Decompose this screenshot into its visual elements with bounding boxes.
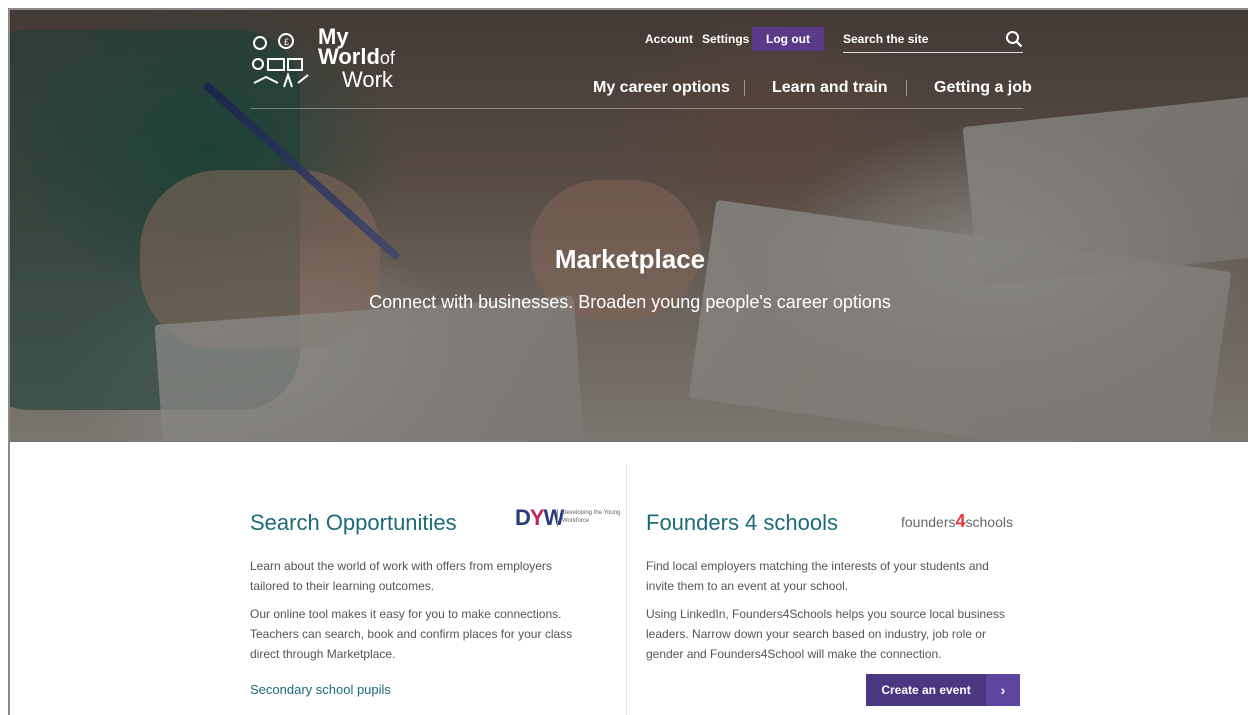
founders-4-schools-description: Using LinkedIn, Founders4Schools helps y… — [646, 607, 1005, 661]
dyw-logo-separator — [557, 509, 558, 527]
secondary-school-pupils-link[interactable]: Secondary school pupils — [250, 682, 391, 697]
founders4schools-logo: founders4schools — [901, 511, 1013, 532]
search-opportunities-intro: Learn about the world of work with offer… — [250, 559, 552, 593]
nav-item-getting-job[interactable]: Getting a job — [934, 77, 1032, 99]
search-icon[interactable] — [1005, 30, 1023, 48]
page-title: Marketplace — [554, 244, 706, 274]
column-divider — [626, 465, 627, 715]
nav-separator — [744, 80, 745, 96]
f4s-logo-founders: founders — [901, 514, 956, 530]
site-logo[interactable]: £ My Worldof Work — [250, 26, 430, 99]
page-subtitle: Connect with businesses. Broaden young p… — [369, 292, 891, 312]
search-opportunities-description: Our online tool makes it easy for you to… — [250, 607, 573, 661]
create-event-button[interactable]: Create an event › — [866, 674, 1020, 706]
create-event-label: Create an event — [881, 683, 971, 697]
logout-button[interactable]: Log out — [752, 27, 824, 51]
dyw-logo-caption: Developing the Young Workforce — [562, 510, 621, 524]
search-opportunities-title: Search Opportunities — [250, 510, 457, 535]
nav-item-career-options[interactable]: My career options — [593, 77, 730, 99]
hero-banner: £ My Worldof Work Account Settings Log o… — [10, 10, 1248, 442]
settings-link[interactable]: Settings — [702, 27, 749, 51]
logo-line-of: of — [379, 48, 395, 68]
logo-line-work: Work — [342, 67, 393, 92]
hero-overlay — [10, 10, 1248, 442]
f4s-logo-four: 4 — [955, 511, 966, 531]
search-placeholder: Search the site — [843, 32, 929, 46]
f4s-logo-schools: schools — [965, 514, 1013, 530]
logo-icons-cluster: £ — [252, 33, 309, 88]
page: £ My Worldof Work Account Settings Log o… — [8, 8, 1248, 715]
logo-line-world: World — [318, 44, 380, 69]
search-input[interactable]: Search the site — [843, 27, 1023, 53]
founders-4-schools-intro: Find local employers matching the intere… — [646, 559, 989, 593]
account-link[interactable]: Account — [645, 27, 693, 51]
nav-item-learn-train[interactable]: Learn and train — [772, 77, 888, 99]
chevron-right-icon: › — [986, 674, 1020, 706]
svg-text:£: £ — [284, 37, 289, 47]
nav-divider — [250, 108, 1023, 109]
founders-4-schools-title: Founders 4 schools — [646, 510, 838, 535]
nav-separator — [906, 80, 907, 96]
logo-wordmark: My Worldof Work — [318, 26, 395, 92]
